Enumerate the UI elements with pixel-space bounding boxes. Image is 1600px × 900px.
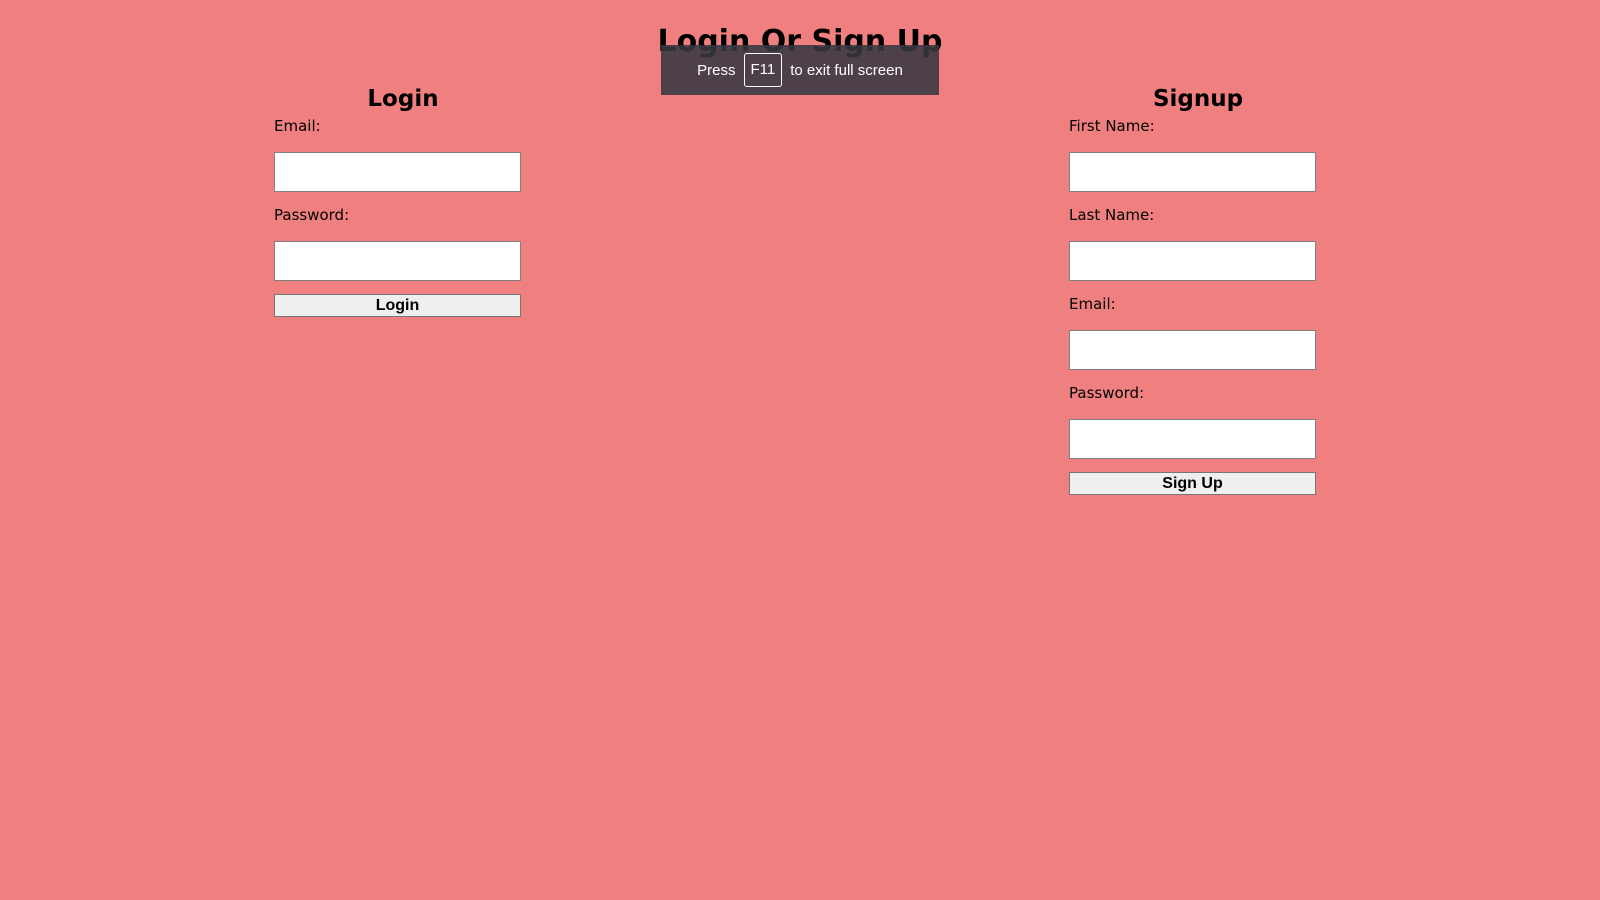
fullscreen-notice-prefix: Press <box>697 61 736 79</box>
signup-form: Signup First Name: Last Name: Email: Pas… <box>1069 84 1327 495</box>
fullscreen-notice-suffix: to exit full screen <box>790 61 903 79</box>
signup-button[interactable]: Sign Up <box>1069 472 1316 495</box>
login-email-label: Email: <box>274 117 321 135</box>
f11-key-badge: F11 <box>743 53 783 87</box>
login-password-input[interactable] <box>274 241 521 281</box>
signup-last-name-label: Last Name: <box>1069 206 1155 224</box>
login-heading: Login <box>367 86 439 112</box>
signup-password-label: Password: <box>1069 384 1145 402</box>
signup-email-label: Email: <box>1069 295 1116 313</box>
login-password-label: Password: <box>274 206 350 224</box>
signup-first-name-input[interactable] <box>1069 152 1316 192</box>
signup-password-input[interactable] <box>1069 419 1316 459</box>
login-form: Login Email: Password: Login <box>274 84 532 317</box>
signup-last-name-input[interactable] <box>1069 241 1316 281</box>
login-email-input[interactable] <box>274 152 521 192</box>
signup-first-name-label: First Name: <box>1069 117 1155 135</box>
signup-heading: Signup <box>1152 86 1244 112</box>
fullscreen-notice: Press F11 to exit full screen <box>661 45 939 95</box>
signup-email-input[interactable] <box>1069 330 1316 370</box>
login-button[interactable]: Login <box>274 294 521 317</box>
